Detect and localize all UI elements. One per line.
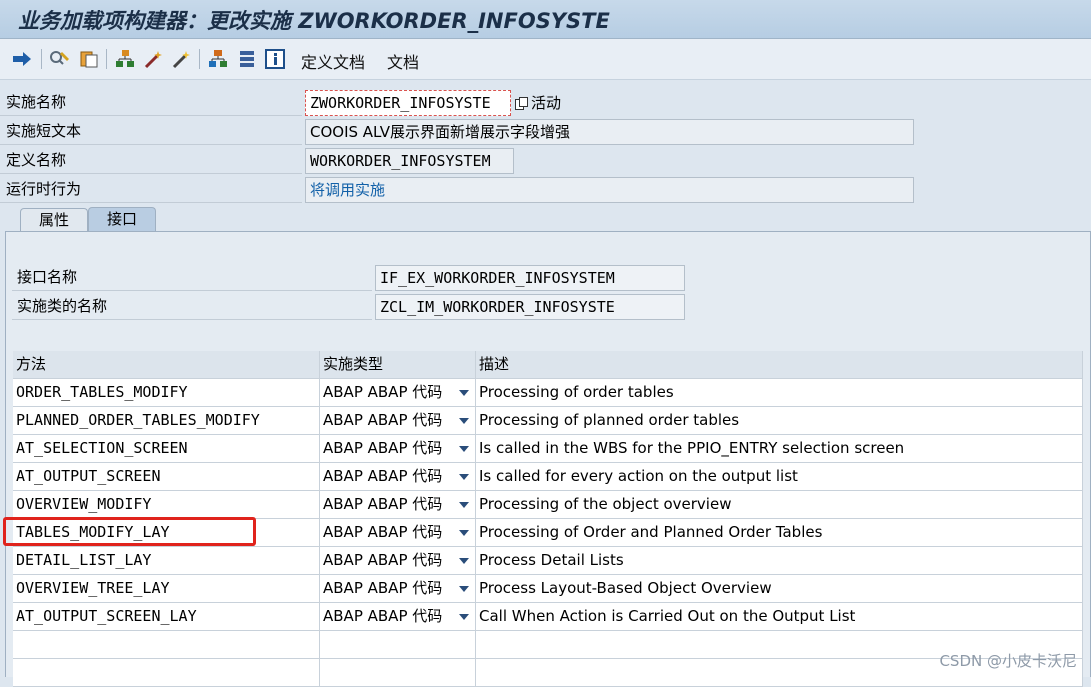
application-toolbar: 定义文档 文档 <box>0 39 1091 80</box>
org-structure-icon[interactable] <box>207 48 229 70</box>
highlight-box <box>3 517 256 546</box>
empty-cell[interactable] <box>320 659 476 687</box>
method-cell[interactable]: AT_OUTPUT_SCREEN <box>13 463 320 491</box>
copy-icon[interactable] <box>515 96 528 110</box>
impl-type-text: ABAP ABAP 代码 <box>323 495 443 513</box>
impl-type-text: ABAP ABAP 代码 <box>323 523 443 541</box>
dropdown-arrow-icon[interactable] <box>459 558 469 564</box>
runtime-behavior-label: 运行时行为 <box>0 176 302 203</box>
copy-icon[interactable] <box>78 48 100 70</box>
description-cell[interactable]: Is called in the WBS for the PPIO_ENTRY … <box>476 435 1083 463</box>
description-cell[interactable]: Is called for every action on the output… <box>476 463 1083 491</box>
stack-icon[interactable] <box>236 48 258 70</box>
impl-class-field[interactable]: ZCL_IM_WORKORDER_INFOSYSTE <box>375 294 685 320</box>
definition-name-label: 定义名称 <box>0 147 302 174</box>
impl-type-dropdown[interactable]: ABAP ABAP 代码 <box>320 463 476 491</box>
impl-type-dropdown[interactable]: ABAP ABAP 代码 <box>320 575 476 603</box>
column-header-method[interactable]: 方法 <box>13 351 320 379</box>
impl-type-text: ABAP ABAP 代码 <box>323 383 443 401</box>
impl-type-text: ABAP ABAP 代码 <box>323 607 443 625</box>
documentation-button[interactable]: 文档 <box>387 49 419 73</box>
description-cell[interactable]: Call When Action is Carried Out on the O… <box>476 603 1083 631</box>
toolbar-separator <box>41 49 42 69</box>
method-cell[interactable]: OVERVIEW_TREE_LAY <box>13 575 320 603</box>
dropdown-arrow-icon[interactable] <box>459 530 469 536</box>
impl-type-dropdown[interactable]: ABAP ABAP 代码 <box>320 603 476 631</box>
interface-name-field[interactable]: IF_EX_WORKORDER_INFOSYSTEM <box>375 265 685 291</box>
display-change-icon[interactable] <box>49 48 71 70</box>
impl-type-dropdown[interactable]: ABAP ABAP 代码 <box>320 435 476 463</box>
arrow-right-icon[interactable] <box>11 48 33 70</box>
tab-attributes[interactable]: 属性 <box>20 208 88 232</box>
description-cell[interactable]: Processing of planned order tables <box>476 407 1083 435</box>
short-text-field[interactable]: COOIS ALV展示界面新增展示字段增强 <box>305 119 914 145</box>
window-title: 业务加载项构建器：更改实施 ZWORKORDER_INFOSYSTE <box>18 9 610 33</box>
empty-cell[interactable] <box>13 631 320 659</box>
impl-name-label: 实施名称 <box>0 89 302 116</box>
description-cell[interactable]: Processing of order tables <box>476 379 1083 407</box>
dropdown-arrow-icon[interactable] <box>459 446 469 452</box>
impl-name-field[interactable]: ZWORKORDER_INFOSYSTE <box>305 90 511 116</box>
method-cell[interactable]: AT_SELECTION_SCREEN <box>13 435 320 463</box>
impl-type-text: ABAP ABAP 代码 <box>323 411 443 429</box>
dropdown-arrow-icon[interactable] <box>459 418 469 424</box>
runtime-behavior-link[interactable]: 将调用实施 <box>305 177 914 203</box>
runtime-behavior-row: 运行时行为 将调用实施 <box>0 176 1091 204</box>
short-text-label: 实施短文本 <box>0 118 302 145</box>
empty-cell[interactable] <box>320 631 476 659</box>
description-cell[interactable]: Process Layout-Based Object Overview <box>476 575 1083 603</box>
impl-type-text: ABAP ABAP 代码 <box>323 439 443 457</box>
definition-name-field[interactable]: WORKORDER_INFOSYSTEM <box>305 148 514 174</box>
impl-type-text: ABAP ABAP 代码 <box>323 551 443 569</box>
method-cell[interactable]: OVERVIEW_MODIFY <box>13 491 320 519</box>
info-icon[interactable] <box>264 48 286 70</box>
definition-doc-button[interactable]: 定义文档 <box>301 49 365 73</box>
description-cell[interactable]: Processing of the object overview <box>476 491 1083 519</box>
short-text-row: 实施短文本 COOIS ALV展示界面新增展示字段增强 <box>0 118 1091 146</box>
impl-type-text: ABAP ABAP 代码 <box>323 467 443 485</box>
interface-name-label: 接口名称 <box>12 263 372 291</box>
toolbar-separator <box>106 49 107 69</box>
tab-interface[interactable]: 接口 <box>88 207 156 231</box>
impl-type-dropdown[interactable]: ABAP ABAP 代码 <box>320 491 476 519</box>
toolbar-separator <box>199 49 200 69</box>
impl-type-dropdown[interactable]: ABAP ABAP 代码 <box>320 407 476 435</box>
dropdown-arrow-icon[interactable] <box>459 502 469 508</box>
hierarchy-icon[interactable] <box>114 48 136 70</box>
impl-type-dropdown[interactable]: ABAP ABAP 代码 <box>320 519 476 547</box>
impl-name-row: 实施名称 ZWORKORDER_INFOSYSTE 活动 <box>0 89 1091 117</box>
impl-type-dropdown[interactable]: ABAP ABAP 代码 <box>320 547 476 575</box>
impl-type-dropdown[interactable]: ABAP ABAP 代码 <box>320 379 476 407</box>
watermark: CSDN @小皮卡沃尼 <box>939 652 1077 670</box>
column-header-impl-type[interactable]: 实施类型 <box>320 351 476 379</box>
description-cell[interactable]: Process Detail Lists <box>476 547 1083 575</box>
definition-name-row: 定义名称 WORKORDER_INFOSYSTEM <box>0 147 1091 175</box>
dropdown-arrow-icon[interactable] <box>459 474 469 480</box>
method-cell[interactable]: ORDER_TABLES_MODIFY <box>13 379 320 407</box>
column-header-description[interactable]: 描述 <box>476 351 1083 379</box>
activate-wand-icon[interactable] <box>170 48 192 70</box>
method-cell[interactable]: AT_OUTPUT_SCREEN_LAY <box>13 603 320 631</box>
description-cell[interactable]: Processing of Order and Planned Order Ta… <box>476 519 1083 547</box>
dropdown-arrow-icon[interactable] <box>459 614 469 620</box>
status-text: 活动 <box>531 94 562 112</box>
method-cell[interactable]: DETAIL_LIST_LAY <box>13 547 320 575</box>
method-cell[interactable]: PLANNED_ORDER_TABLES_MODIFY <box>13 407 320 435</box>
magic-wand-icon[interactable] <box>142 48 164 70</box>
dropdown-arrow-icon[interactable] <box>459 390 469 396</box>
title-bar: 业务加载项构建器：更改实施 ZWORKORDER_INFOSYSTE <box>0 0 1091 39</box>
impl-class-label: 实施类的名称 <box>12 292 372 320</box>
impl-type-text: ABAP ABAP 代码 <box>323 579 443 597</box>
empty-cell[interactable] <box>13 659 320 687</box>
dropdown-arrow-icon[interactable] <box>459 586 469 592</box>
